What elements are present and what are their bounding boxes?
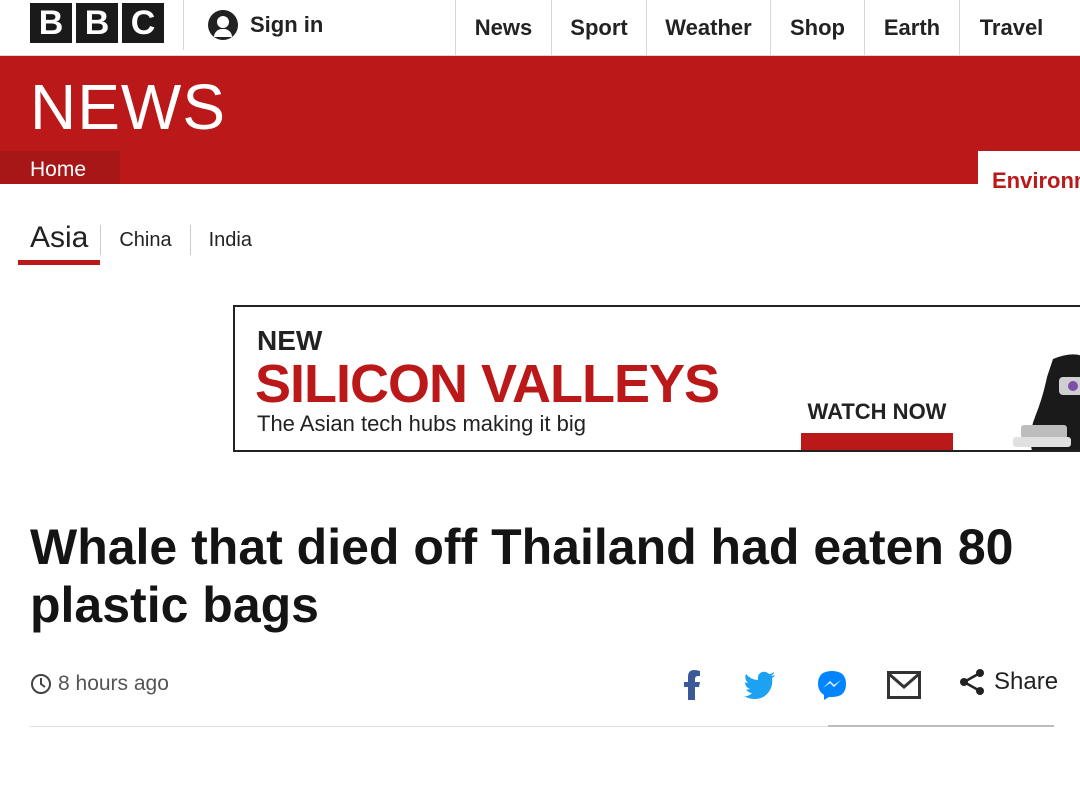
global-nav: News Sport Weather Shop Earth Travel (455, 0, 1063, 56)
news-banner: NEWS (0, 56, 1080, 151)
nav-item-earth[interactable]: Earth (864, 0, 959, 56)
timestamp: 8 hours ago (30, 672, 169, 696)
news-subnav: Home (0, 151, 1080, 184)
article-meta: 8 hours ago Share (30, 668, 1070, 708)
bbc-logo-letter: B (30, 3, 72, 43)
subnav-spacer (0, 184, 1080, 208)
robot-image (1013, 354, 1080, 450)
bbc-logo[interactable]: B B C (30, 3, 164, 43)
watch-now-bar (801, 433, 953, 450)
promo-banner[interactable]: NEW SILICON VALLEYS The Asian tech hubs … (233, 305, 1080, 452)
nav-item-weather[interactable]: Weather (646, 0, 770, 56)
user-icon (208, 10, 238, 40)
nav-item-sport[interactable]: Sport (551, 0, 646, 56)
article-headline: Whale that died off Thailand had eaten 8… (30, 519, 1014, 633)
sign-in-label: Sign in (250, 12, 324, 37)
messenger-icon[interactable] (815, 668, 849, 702)
twitter-icon[interactable] (743, 668, 777, 702)
share-label: Share (994, 668, 1059, 695)
section-tabs: Asia China India (18, 214, 270, 266)
timestamp-label: 8 hours ago (58, 672, 169, 695)
subnav-home-label: Home (30, 158, 87, 181)
nav-item-news[interactable]: News (455, 0, 551, 56)
facebook-icon[interactable] (675, 668, 709, 702)
subnav-environment-label: Environmen (992, 168, 1080, 193)
sign-in-button[interactable]: Sign in (183, 0, 323, 50)
news-logo[interactable]: NEWS (30, 70, 226, 144)
section-tab-china[interactable]: China (100, 225, 189, 255)
email-icon[interactable] (887, 668, 921, 702)
promo-title: SILICON VALLEYS (255, 354, 720, 414)
clock-icon (31, 674, 51, 694)
bbc-logo-letter: C (122, 3, 164, 43)
section-tab-asia[interactable]: Asia (18, 215, 101, 265)
nav-item-travel[interactable]: Travel (959, 0, 1063, 56)
promo-subtitle: The Asian tech hubs making it big (257, 411, 586, 436)
section-tab-india[interactable]: India (189, 225, 270, 255)
share-button[interactable]: Share (958, 668, 1058, 696)
global-header: B B C Sign in News Sport Weather Shop Ea… (0, 0, 1080, 56)
bbc-logo-letter: B (76, 3, 118, 43)
share-icon (960, 669, 984, 695)
divider-accent (828, 725, 1054, 727)
nav-item-shop[interactable]: Shop (770, 0, 864, 56)
subnav-home-tab[interactable]: Home (0, 151, 120, 184)
watch-now-button[interactable]: WATCH NOW (801, 399, 953, 425)
